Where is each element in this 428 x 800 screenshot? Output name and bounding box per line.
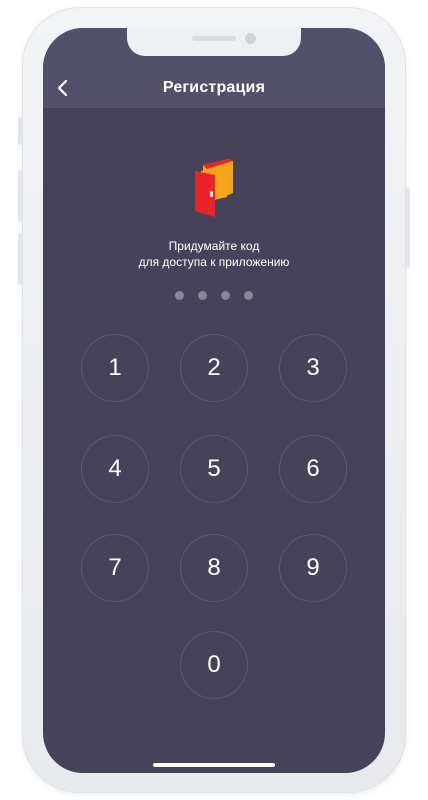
phone-notch: [127, 28, 301, 56]
pin-dot: [221, 291, 230, 300]
pin-dot: [175, 291, 184, 300]
phone-power-button: [406, 188, 410, 268]
key-4[interactable]: 4: [81, 435, 149, 503]
key-7[interactable]: 7: [81, 534, 149, 602]
key-1[interactable]: 1: [81, 334, 149, 402]
pin-prompt: Придумайте код для доступа к приложению: [43, 238, 385, 270]
phone-side-button: [18, 117, 22, 145]
pin-dot: [198, 291, 207, 300]
pin-prompt-line1: Придумайте код: [168, 239, 260, 253]
phone-volume-down-button: [18, 233, 22, 285]
phone-speaker: [192, 36, 236, 41]
app-screen: Регистрация Придумайте код для доступа к…: [43, 28, 385, 773]
app-logo: [193, 159, 237, 217]
page-title: Регистрация: [162, 79, 266, 96]
key-3[interactable]: 3: [279, 334, 347, 402]
key-0[interactable]: 0: [180, 631, 248, 699]
key-2[interactable]: 2: [180, 334, 248, 402]
wallet-door-logo-icon: [195, 159, 233, 217]
pin-dot: [244, 291, 253, 300]
home-indicator[interactable]: [153, 763, 275, 767]
pin-indicator: [43, 291, 385, 300]
phone-volume-up-button: [18, 170, 22, 222]
key-6[interactable]: 6: [279, 435, 347, 503]
key-9[interactable]: 9: [279, 534, 347, 602]
phone-camera: [245, 33, 256, 44]
key-8[interactable]: 8: [180, 534, 248, 602]
key-5[interactable]: 5: [180, 435, 248, 503]
pin-prompt-line2: для доступа к приложению: [138, 255, 290, 269]
